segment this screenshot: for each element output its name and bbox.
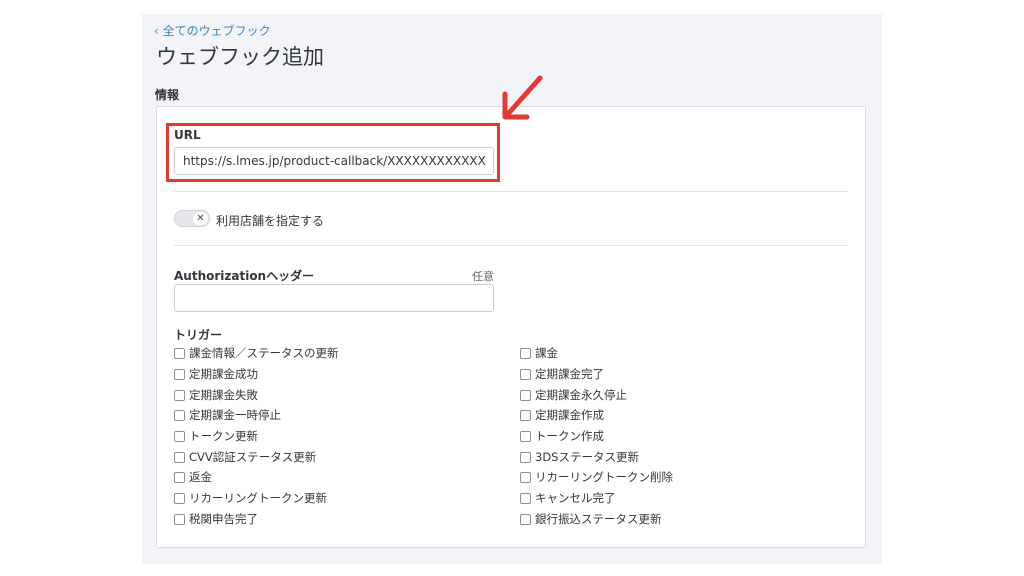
checkbox-icon [174, 492, 185, 504]
checkbox-icon [174, 513, 185, 525]
close-icon: ✕ [193, 212, 208, 225]
triggers-heading: トリガー [174, 328, 223, 342]
checkbox-icon [520, 389, 531, 401]
trigger-checkbox[interactable]: トークン更新 [174, 428, 258, 444]
checkbox-icon [520, 492, 531, 504]
store-toggle-label: 利用店舗を指定する [216, 214, 325, 228]
trigger-checkbox[interactable]: 定期課金永久停止 [520, 387, 627, 403]
checkbox-icon [520, 347, 531, 359]
checkbox-icon [174, 409, 185, 421]
trigger-checkbox[interactable]: 定期課金失敗 [174, 387, 258, 403]
trigger-checkbox[interactable]: トークン作成 [520, 428, 604, 444]
trigger-checkbox[interactable]: 税関申告完了 [174, 511, 258, 527]
checkbox-icon [520, 409, 531, 421]
checkbox-icon [174, 347, 185, 359]
store-toggle[interactable]: ✕ [174, 210, 210, 227]
checkbox-icon [520, 430, 531, 442]
section-label-info: 情報 [155, 88, 180, 102]
checkbox-icon [520, 471, 531, 483]
checkbox-icon [174, 471, 185, 483]
trigger-checkbox[interactable]: 3DSステータス更新 [520, 449, 639, 465]
trigger-checkbox[interactable]: CVV認証ステータス更新 [174, 449, 316, 465]
trigger-checkbox[interactable]: 課金 [520, 345, 558, 361]
trigger-checkbox[interactable]: 定期課金完了 [520, 366, 604, 382]
checkbox-icon [174, 430, 185, 442]
annotation-arrow-icon [502, 75, 543, 120]
authorization-header-input[interactable] [174, 284, 494, 312]
checkbox-icon [174, 451, 185, 463]
optional-badge: 任意 [472, 270, 494, 283]
trigger-checkbox[interactable]: リカーリングトークン更新 [174, 490, 327, 506]
authorization-header-label: Authorizationヘッダー [174, 269, 315, 283]
trigger-checkbox[interactable]: 銀行振込ステータス更新 [520, 511, 662, 527]
divider [174, 245, 848, 246]
back-to-all-webhooks-link[interactable]: ‹ 全てのウェブフック [154, 22, 271, 39]
trigger-checkbox[interactable]: キャンセル完了 [520, 490, 616, 506]
trigger-checkbox[interactable]: 定期課金一時停止 [174, 407, 281, 423]
divider [174, 191, 848, 192]
page-title: ウェブフック追加 [156, 45, 324, 69]
checkbox-icon [520, 513, 531, 525]
trigger-checkbox[interactable]: 定期課金成功 [174, 366, 258, 382]
checkbox-icon [520, 368, 531, 380]
url-highlight-box [166, 123, 500, 182]
checkbox-icon [520, 451, 531, 463]
trigger-checkbox[interactable]: 課金情報／ステータスの更新 [174, 345, 339, 361]
trigger-checkbox[interactable]: リカーリングトークン削除 [520, 469, 673, 485]
trigger-checkbox[interactable]: 定期課金作成 [520, 407, 604, 423]
checkbox-icon [174, 368, 185, 380]
trigger-checkbox[interactable]: 返金 [174, 469, 212, 485]
checkbox-icon [174, 389, 185, 401]
